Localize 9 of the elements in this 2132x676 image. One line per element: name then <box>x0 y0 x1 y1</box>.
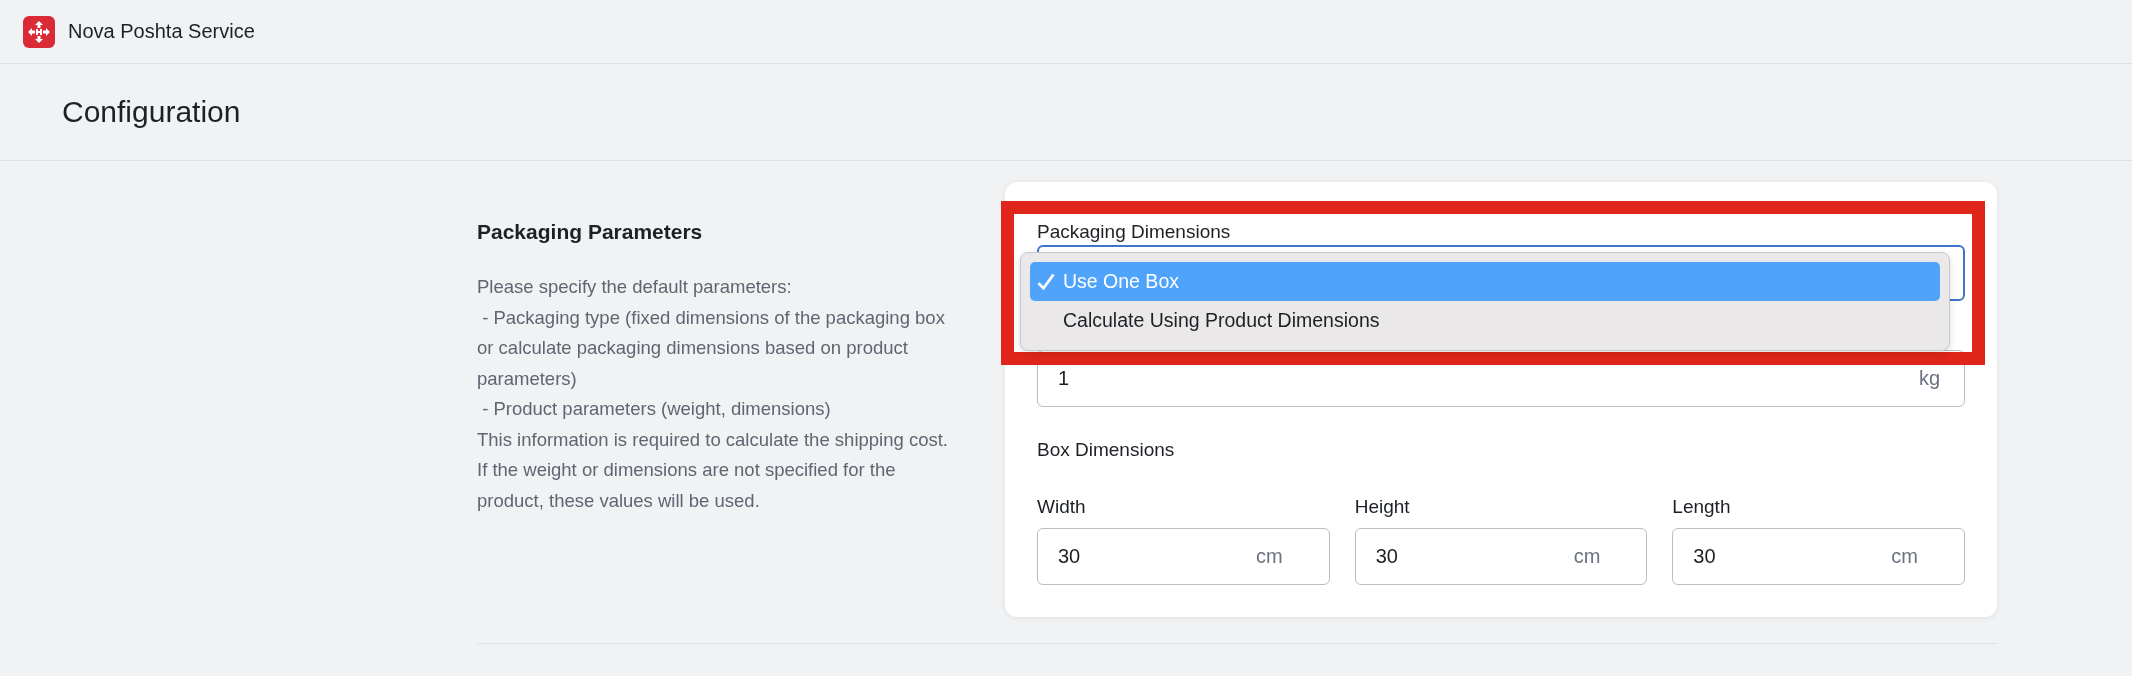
group-label: Box Dimensions <box>1037 438 1176 462</box>
page-title: Configuration <box>62 95 241 129</box>
field-label: Width <box>1037 495 1087 519</box>
field-label: Packaging Dimensions <box>1037 220 1232 244</box>
section-title: Packaging Parameters <box>477 220 704 244</box>
field-label: Length <box>1672 495 1732 519</box>
app-title: Nova Poshta Service <box>68 20 255 43</box>
section-description: Please specify the default parameters: - Packaging type (fixed dimensions of the packaging box or calculate packaging dimensions based on product parameters) - Product parameters (weight, dimensions) This information is required to calculate the shipping cost. If the weight or dimensions are not specified for the product, these values will be used. <box>477 275 949 513</box>
field-label: Height <box>1354 495 1411 519</box>
